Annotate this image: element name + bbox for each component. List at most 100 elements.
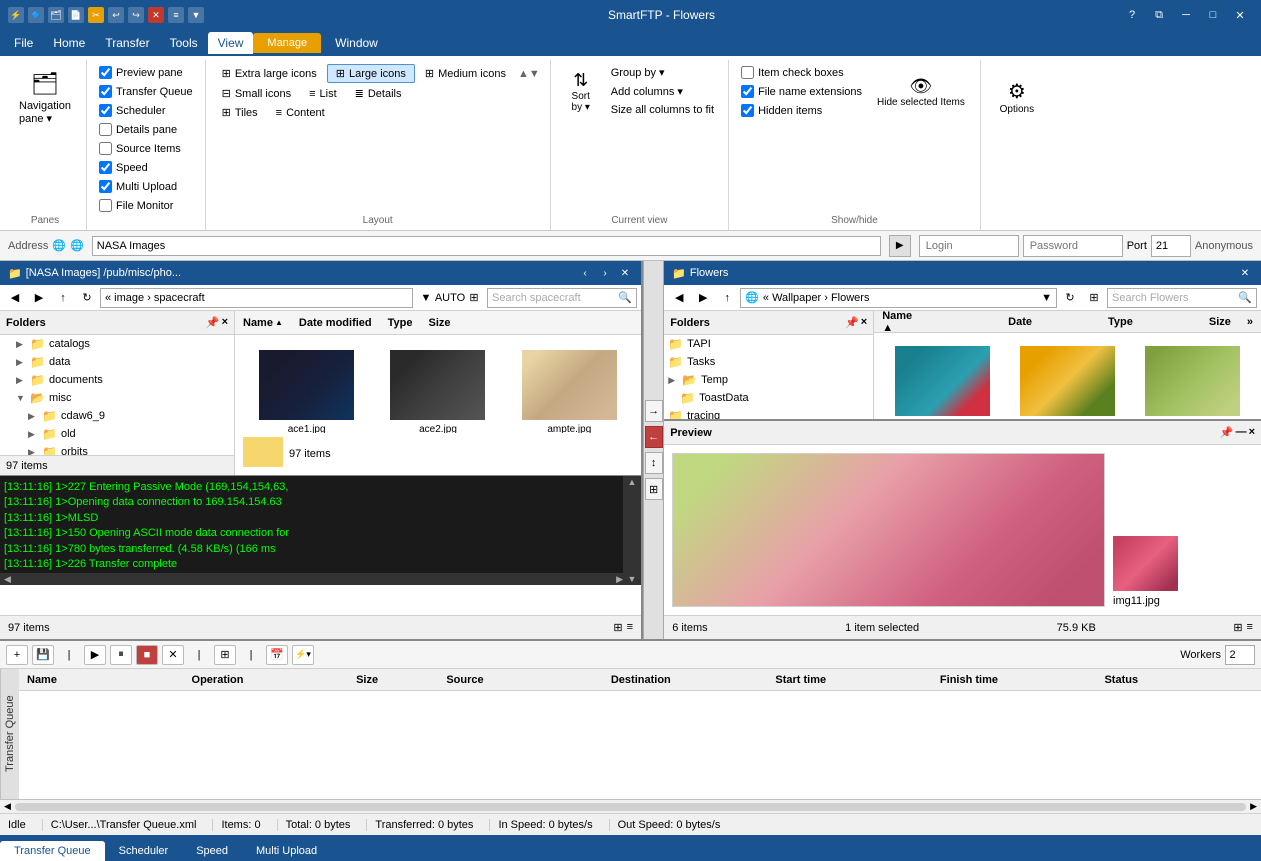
col-name-header[interactable]: Name ▲ bbox=[874, 311, 920, 336]
forward-button[interactable]: ▶ bbox=[28, 288, 50, 308]
tq-pause-btn[interactable]: ⏸ bbox=[110, 645, 132, 665]
right-panel-close[interactable]: ✕ bbox=[1237, 265, 1253, 281]
folder-old[interactable]: ▶📁old bbox=[0, 425, 234, 443]
preview-close-icon[interactable]: × bbox=[1249, 426, 1255, 439]
nav-dropdown-btn[interactable]: ▼ bbox=[415, 288, 437, 308]
transfer-right-arrow[interactable]: → bbox=[645, 400, 663, 422]
restore-button[interactable]: ⧉ bbox=[1146, 5, 1172, 25]
preview-pin-icon[interactable]: 📌 bbox=[1220, 426, 1234, 439]
horizontal-scrollbar[interactable]: ◀ ▶ bbox=[0, 799, 1261, 813]
spacecraft-search[interactable]: Search spacecraft 🔍 bbox=[487, 288, 637, 308]
hide-selected-button[interactable]: 👁 Hide selected Items bbox=[870, 64, 972, 119]
back-button[interactable]: ◀ bbox=[4, 288, 26, 308]
tq-add-btn[interactable]: + bbox=[6, 645, 28, 665]
tq-schedule-btn[interactable]: 📅 bbox=[266, 645, 288, 665]
folder-data[interactable]: ▶📁data bbox=[0, 353, 234, 371]
preview-pane-check[interactable]: Preview pane bbox=[95, 64, 197, 81]
folder-tasks[interactable]: 📁Tasks bbox=[664, 353, 873, 371]
right-refresh-button[interactable]: ↻ bbox=[1059, 288, 1081, 308]
tq-play-btn[interactable]: ▶ bbox=[84, 645, 106, 665]
content-btn[interactable]: ≡ Content bbox=[268, 105, 333, 121]
tq-grid-btn[interactable]: ⊞ bbox=[214, 645, 236, 665]
col-start-tq[interactable]: Start time bbox=[767, 672, 932, 688]
right-back-button[interactable]: ◀ bbox=[668, 288, 690, 308]
preview-fold-icon[interactable]: — bbox=[1236, 426, 1247, 439]
list-btn[interactable]: ≡ List bbox=[301, 86, 345, 102]
file-ace1[interactable]: ace1.jpg bbox=[243, 343, 370, 433]
size-all-columns-btn[interactable]: Size all columns to fit bbox=[605, 102, 720, 118]
right-forward-button[interactable]: ▶ bbox=[692, 288, 714, 308]
folder-documents[interactable]: ▶📁documents bbox=[0, 371, 234, 389]
up-button[interactable]: ↑ bbox=[52, 288, 74, 308]
workers-input[interactable] bbox=[1225, 645, 1255, 665]
folder-orbits[interactable]: ▶📁orbits bbox=[0, 443, 234, 455]
fold-icon2[interactable]: × bbox=[861, 316, 867, 329]
hscroll-left-btn[interactable]: ◀ bbox=[4, 801, 11, 812]
scheduler-check[interactable]: Scheduler bbox=[95, 102, 197, 119]
log-hscrollbar[interactable]: ◀ ▶ bbox=[0, 573, 623, 585]
menu-home[interactable]: Home bbox=[43, 32, 95, 54]
nav-extra-btn[interactable]: ⊞ bbox=[463, 288, 485, 308]
panel-view-btn[interactable]: ⊞ bbox=[645, 478, 663, 500]
small-icons-btn[interactable]: ⊟ Small icons bbox=[214, 85, 299, 102]
col-size-tq[interactable]: Size bbox=[348, 672, 438, 688]
flowers-search[interactable]: Search Flowers 🔍 bbox=[1107, 288, 1257, 308]
multi-upload-check[interactable]: Multi Upload bbox=[95, 178, 197, 195]
add-columns-dropdown[interactable]: Add columns ▾ bbox=[605, 83, 720, 100]
col-date[interactable]: Date modified bbox=[291, 315, 380, 331]
large-icons-btn[interactable]: ⊞ Large icons bbox=[327, 64, 415, 83]
file-ampte[interactable]: ampte.jpg bbox=[506, 343, 633, 433]
tq-stop-btn[interactable]: ■ bbox=[136, 645, 158, 665]
right-path-dropdown[interactable]: ▼ bbox=[1041, 292, 1052, 304]
folder-cdaw6[interactable]: ▶📁cdaw6_9 bbox=[0, 407, 234, 425]
col-finish-tq[interactable]: Finish time bbox=[932, 672, 1097, 688]
flowers-grid-icon[interactable]: ⊞ bbox=[1233, 621, 1242, 634]
port-input[interactable] bbox=[1151, 235, 1191, 257]
refresh-button[interactable]: ↻ bbox=[76, 288, 98, 308]
tab-multi-upload[interactable]: Multi Upload bbox=[242, 841, 331, 861]
close-button[interactable]: ✕ bbox=[1227, 5, 1253, 25]
folder-temp[interactable]: ▶📂Temp bbox=[664, 371, 873, 389]
menu-manage[interactable]: Manage bbox=[253, 33, 321, 53]
transfer-queue-check[interactable]: Transfer Queue bbox=[95, 83, 197, 100]
menu-file[interactable]: File bbox=[4, 32, 43, 54]
nav-path-combo[interactable]: « image › spacecraft bbox=[100, 288, 413, 308]
col-name-tq[interactable]: Name bbox=[19, 672, 184, 688]
hscroll-right[interactable]: ▶ bbox=[616, 574, 623, 585]
scroll-up-icon[interactable]: ▲ bbox=[623, 476, 641, 488]
folder-tapi[interactable]: 📁TAPI bbox=[664, 335, 873, 353]
left-panel-nav-next[interactable]: › bbox=[597, 265, 613, 281]
address-input[interactable]: NASA Images bbox=[92, 236, 881, 256]
flower-img8[interactable]: img8.jpg bbox=[1007, 341, 1128, 419]
transfer-sync-arrow[interactable]: ↕ bbox=[645, 452, 663, 474]
flower-img9[interactable]: img9.jpg bbox=[1132, 341, 1253, 419]
grid-view-icon[interactable]: ⊞ bbox=[613, 621, 622, 634]
source-items-check[interactable]: Source Items bbox=[95, 140, 197, 157]
file-ace2[interactable]: ace2.jpg bbox=[374, 343, 501, 433]
tq-speed-btn[interactable]: ⚡▾ bbox=[292, 645, 314, 665]
login-input[interactable] bbox=[919, 235, 1019, 257]
hscroll-right-btn[interactable]: ▶ bbox=[1250, 801, 1257, 812]
col-type-header[interactable]: Type bbox=[1100, 314, 1141, 330]
navigation-pane-button[interactable]: 🗂 Navigationpane ▾ bbox=[12, 64, 78, 132]
col-type[interactable]: Type bbox=[380, 315, 421, 331]
col-operation-tq[interactable]: Operation bbox=[184, 672, 349, 688]
menu-transfer[interactable]: Transfer bbox=[95, 32, 159, 54]
col-size-header[interactable]: Size bbox=[1201, 314, 1239, 330]
tab-scheduler[interactable]: Scheduler bbox=[105, 841, 183, 861]
options-button[interactable]: ⚙ Options bbox=[989, 74, 1045, 120]
tab-speed[interactable]: Speed bbox=[182, 841, 242, 861]
col-size[interactable]: Size bbox=[420, 315, 458, 331]
file-monitor-check[interactable]: File Monitor bbox=[95, 197, 197, 214]
details-btn[interactable]: ≣ Details bbox=[347, 85, 410, 102]
list-view-icon[interactable]: ≡ bbox=[627, 621, 633, 634]
scroll-down-icon[interactable]: ▼ bbox=[623, 573, 641, 585]
password-input[interactable] bbox=[1023, 235, 1123, 257]
maximize-button[interactable]: □ bbox=[1200, 5, 1226, 25]
tq-save-btn[interactable]: 💾 bbox=[32, 645, 54, 665]
log-scrollbar[interactable]: ▲ ▼ bbox=[623, 476, 641, 585]
right-extra-btn[interactable]: ⊞ bbox=[1083, 288, 1105, 308]
left-panel-close[interactable]: ✕ bbox=[617, 265, 633, 281]
col-source-tq[interactable]: Source bbox=[438, 672, 603, 688]
folder-toastdata[interactable]: 📁ToastData bbox=[664, 389, 873, 407]
